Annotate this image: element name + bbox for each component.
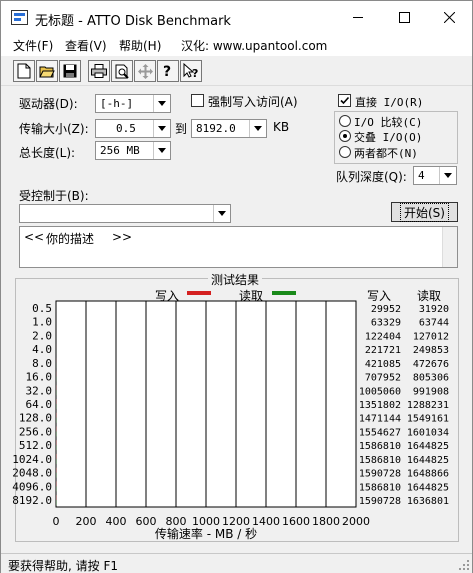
read-value-label: 1644825 <box>407 482 449 493</box>
category-label: 1.0 <box>32 316 52 329</box>
read-value-label: 127012 <box>413 331 449 342</box>
x-tick-label: 400 <box>106 515 127 528</box>
read-value-label: 991908 <box>413 386 449 397</box>
category-label: 1024.0 <box>12 453 52 466</box>
write-value-label: 29952 <box>371 304 401 315</box>
write-value-label: 1586810 <box>359 455 401 466</box>
category-label: 8.0 <box>32 357 52 370</box>
x-tick-label: 2000 <box>342 515 370 528</box>
category-label: 32.0 <box>26 384 53 397</box>
write-value-label: 1554627 <box>359 427 401 438</box>
read-value-label: 472676 <box>413 359 449 370</box>
category-label: 128.0 <box>19 412 52 425</box>
read-value-label: 1644825 <box>407 455 449 466</box>
app-window: 无标题 - ATTO Disk Benchmark 文件(F) 查看(V) 帮助… <box>0 0 473 573</box>
category-label: 4.0 <box>32 343 52 356</box>
resize-grip-icon <box>459 560 469 570</box>
write-value-label: 1471144 <box>359 414 401 425</box>
write-value-label: 421085 <box>365 359 401 370</box>
category-label: 512.0 <box>19 439 52 452</box>
status-text: 要获得帮助, 请按 F1 <box>8 559 118 573</box>
category-label: 4096.0 <box>12 480 52 493</box>
x-tick-label: 200 <box>76 515 97 528</box>
write-value-label: 122404 <box>365 331 401 342</box>
read-value-label: 31920 <box>419 304 449 315</box>
transfer-rate-chart: 0 200 400 600 800 1000 1200 1400 1600 1800 2000传输速… <box>12 300 449 541</box>
write-value-label: 1005060 <box>359 386 401 397</box>
x-tick-label: 1600 <box>282 515 310 528</box>
read-value-label: 1636801 <box>407 496 449 507</box>
write-value-label: 1590728 <box>359 469 401 480</box>
category-label: 0.5 <box>32 302 52 315</box>
write-value-label: 1590728 <box>359 496 401 507</box>
x-tick-label: 1800 <box>312 515 340 528</box>
category-label: 16.0 <box>26 371 53 384</box>
write-value-label: 1586810 <box>359 441 401 452</box>
write-value-label: 63329 <box>371 318 401 329</box>
write-value-label: 1586810 <box>359 482 401 493</box>
category-label: 2048.0 <box>12 467 52 480</box>
write-value-label: 707952 <box>365 373 401 384</box>
read-value-label: 63744 <box>419 318 449 329</box>
read-value-label: 1601034 <box>407 427 449 438</box>
read-value-label: 1648866 <box>407 469 449 480</box>
x-axis-label: 传输速率 - MB / 秒 <box>155 526 257 541</box>
status-bar: 要获得帮助, 请按 F1 <box>1 553 472 573</box>
category-label: 8192.0 <box>12 494 52 507</box>
read-value-label: 1288231 <box>407 400 449 411</box>
x-tick-label: 0 <box>53 515 60 528</box>
x-tick-label: 600 <box>136 515 157 528</box>
category-label: 64.0 <box>26 398 53 411</box>
category-label: 2.0 <box>32 329 52 342</box>
read-value-label: 805306 <box>413 373 449 384</box>
read-value-label: 1549161 <box>407 414 449 425</box>
read-value-label: 1644825 <box>407 441 449 452</box>
read-value-label: 249853 <box>413 345 449 356</box>
write-value-label: 221721 <box>365 345 401 356</box>
write-value-label: 1351802 <box>359 400 401 411</box>
category-label: 256.0 <box>19 425 52 438</box>
